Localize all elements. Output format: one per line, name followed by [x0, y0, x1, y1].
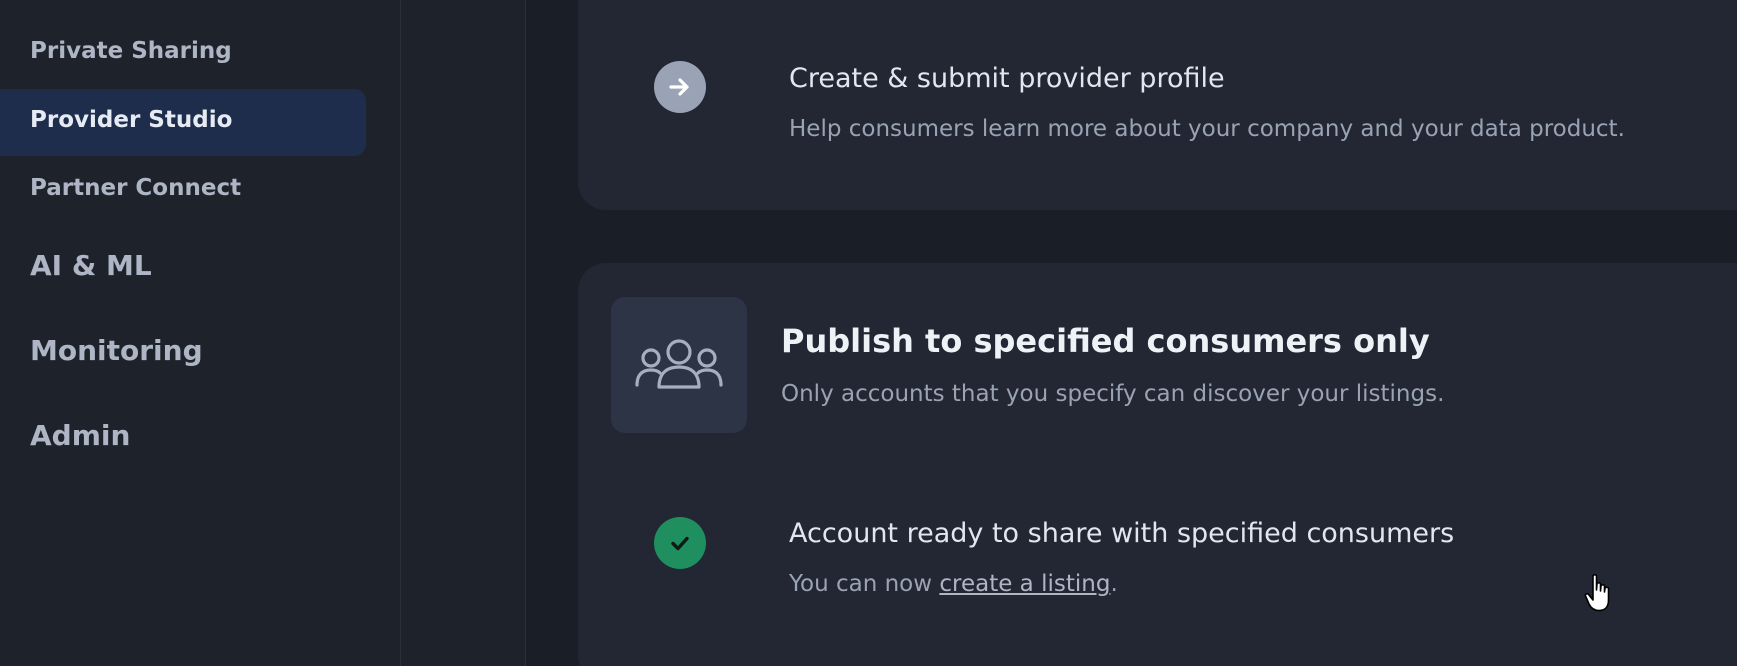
sidebar-section-ai-ml[interactable]: AI & ML	[30, 249, 152, 282]
publish-title: Publish to specified consumers only	[781, 322, 1430, 360]
secondary-panel	[401, 0, 526, 666]
hand-cursor-icon	[1584, 573, 1614, 617]
main-content: Create & submit provider profile Help co…	[526, 0, 1737, 666]
sidebar-item-partner-connect[interactable]: Partner Connect	[30, 175, 241, 201]
provider-profile-title[interactable]: Create & submit provider profile	[789, 63, 1225, 94]
provider-profile-card	[578, 0, 1737, 210]
provider-profile-description: Help consumers learn more about your com…	[789, 116, 1625, 142]
account-ready-suffix: .	[1110, 571, 1118, 597]
create-listing-link[interactable]: create a listing	[939, 571, 1110, 597]
account-ready-description: You can now create a listing.	[789, 571, 1118, 597]
publish-subtitle: Only accounts that you specify can disco…	[781, 381, 1445, 407]
account-ready-prefix: You can now	[789, 571, 940, 597]
users-group-icon	[611, 297, 747, 433]
account-ready-title: Account ready to share with specified co…	[789, 518, 1455, 549]
check-icon	[654, 517, 706, 569]
sidebar-section-admin[interactable]: Admin	[30, 419, 130, 452]
sidebar-item-private-sharing[interactable]: Private Sharing	[30, 38, 232, 64]
sidebar-item-provider-studio[interactable]: Provider Studio	[30, 107, 232, 133]
sidebar: Private Sharing Provider Studio Partner …	[0, 0, 401, 666]
sidebar-section-monitoring[interactable]: Monitoring	[30, 334, 203, 367]
arrow-right-icon[interactable]	[654, 61, 706, 113]
app-window: Private Sharing Provider Studio Partner …	[0, 0, 1737, 666]
